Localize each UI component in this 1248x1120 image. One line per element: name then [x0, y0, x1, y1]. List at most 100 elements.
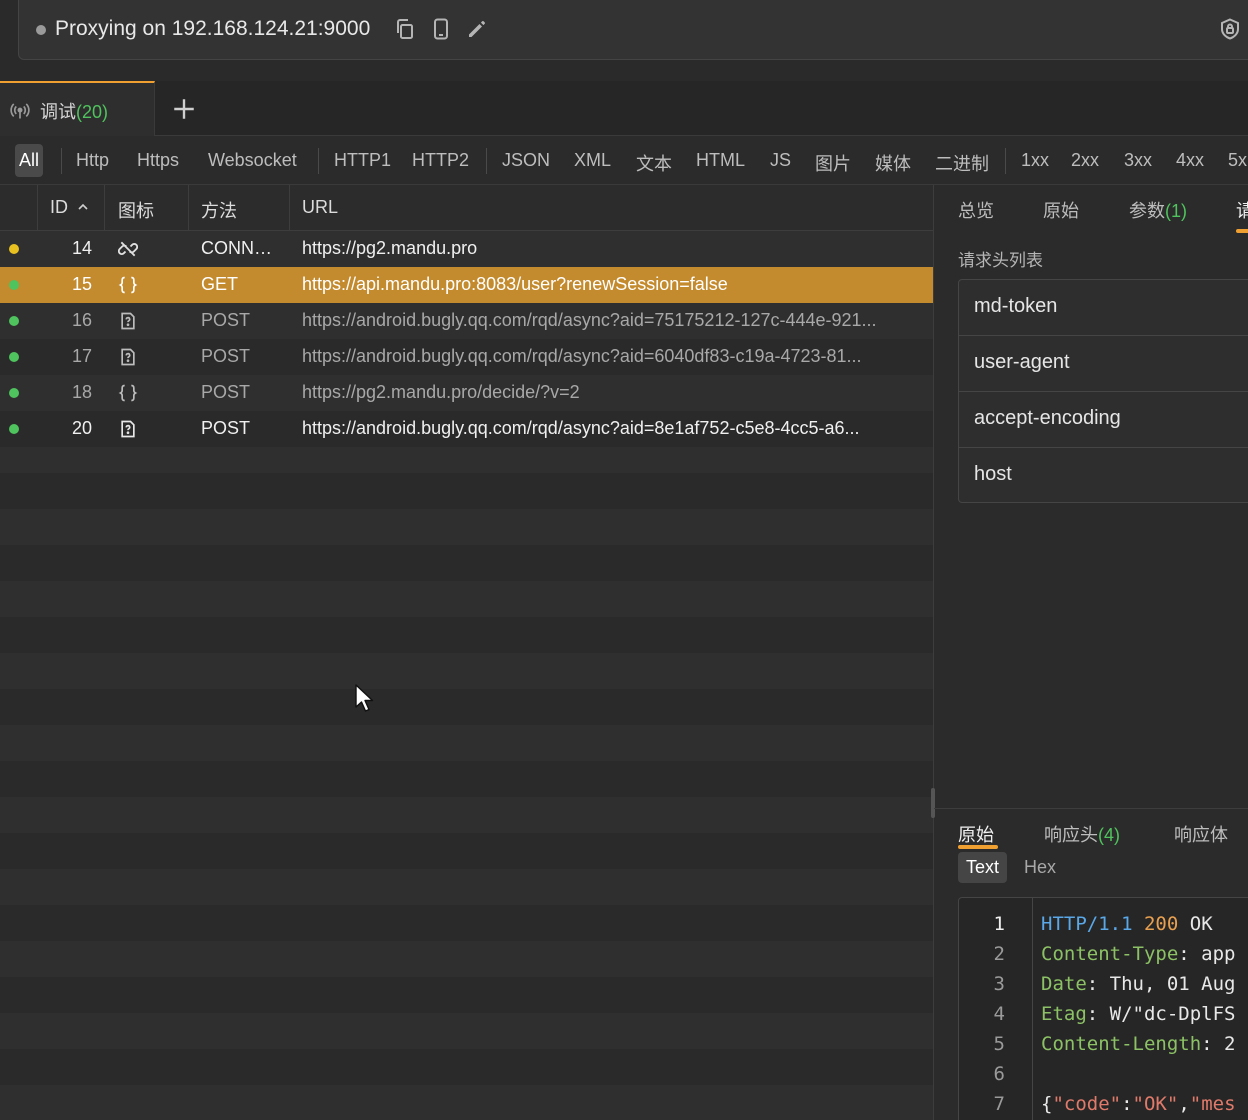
- tab-request-headers[interactable]: 请: [1236, 197, 1248, 223]
- status-dot: [9, 244, 19, 254]
- table-row[interactable]: 16 POST https://android.bugly.qq.com/rqd…: [0, 303, 933, 339]
- filter-4xx[interactable]: 4xx: [1176, 150, 1204, 171]
- filter-image[interactable]: 图片: [815, 150, 851, 176]
- json-key: "code": [1052, 1093, 1122, 1115]
- filter-separator: [1005, 148, 1006, 174]
- cell-id: 14: [71, 238, 92, 258]
- session-tab-count: (20): [76, 102, 109, 122]
- status-dot: [9, 280, 19, 290]
- column-separator[interactable]: [289, 185, 290, 231]
- sort-ascending-icon: [78, 203, 88, 210]
- filter-binary[interactable]: 二进制: [935, 150, 989, 176]
- cell-id: 16: [71, 310, 92, 330]
- tab-response-body[interactable]: 响应体: [1174, 821, 1228, 847]
- tab-response-headers[interactable]: 响应头(4): [1044, 821, 1120, 847]
- status-dot: [9, 352, 19, 362]
- edit-icon[interactable]: [465, 17, 489, 41]
- filter-html[interactable]: HTML: [696, 150, 745, 171]
- line-number: 1: [993, 913, 1005, 935]
- column-header-id-label: ID: [50, 197, 68, 217]
- list-item[interactable]: md-token: [959, 280, 1248, 336]
- json-brace: {: [1041, 1093, 1053, 1115]
- filter-all[interactable]: All: [15, 144, 44, 177]
- column-separator[interactable]: [104, 185, 105, 231]
- table-row[interactable]: 18 POST https://pg2.mandu.pro/decide/?v=…: [0, 375, 933, 411]
- line-number: 3: [993, 973, 1005, 995]
- http-version: HTTP/1.1: [1041, 913, 1133, 935]
- filter-json[interactable]: JSON: [502, 150, 550, 171]
- cell-url: https://android.bugly.qq.com/rqd/async?a…: [302, 418, 860, 438]
- active-tab-indicator: [1236, 229, 1248, 233]
- view-hex-button[interactable]: Hex: [1024, 857, 1056, 878]
- response-raw-editor[interactable]: 1 2 3 4 5 6 7 HTTP/1.1 200 OK Content-Ty…: [958, 897, 1248, 1120]
- cell-url: https://pg2.mandu.pro: [302, 238, 478, 258]
- json-key: "mes: [1189, 1093, 1236, 1115]
- code-line: Content-Type: app: [1041, 943, 1235, 965]
- session-tab-debug[interactable]: 调试(20): [0, 81, 155, 136]
- list-item[interactable]: user-agent: [959, 336, 1248, 392]
- filter-http2[interactable]: HTTP2: [412, 150, 469, 171]
- column-header-id[interactable]: ID: [50, 197, 89, 218]
- shield-icon[interactable]: [1218, 17, 1242, 41]
- tab-params-label: 参数: [1129, 201, 1165, 221]
- column-separator[interactable]: [37, 185, 38, 231]
- status-dot: [9, 424, 19, 434]
- filter-text[interactable]: 文本: [636, 150, 672, 176]
- cell-method: POST: [201, 346, 251, 366]
- filter-js[interactable]: JS: [770, 150, 791, 171]
- filter-https[interactable]: Https: [137, 150, 179, 171]
- table-row[interactable]: 14 CONN… https://pg2.mandu.pro: [0, 231, 933, 267]
- tab-request-raw[interactable]: 原始: [1043, 197, 1079, 223]
- unknown-file-icon: [118, 347, 138, 367]
- line-number: 7: [993, 1093, 1005, 1115]
- status-message: OK: [1189, 913, 1213, 935]
- column-header-icon[interactable]: 图标: [118, 197, 154, 223]
- table-header: ID 图标 方法 URL: [0, 185, 933, 231]
- list-item[interactable]: host: [959, 448, 1248, 502]
- response-tab-bar: 原始 响应头(4) 响应体: [934, 808, 1248, 852]
- view-text-button[interactable]: Text: [958, 852, 1008, 883]
- cell-method: POST: [201, 310, 251, 330]
- filter-xml[interactable]: XML: [574, 150, 611, 171]
- table-row[interactable]: 20 POST https://android.bugly.qq.com/rqd…: [0, 411, 933, 447]
- phone-icon[interactable]: [429, 17, 453, 41]
- tab-params-count: (1): [1165, 201, 1187, 221]
- filter-separator: [61, 148, 62, 174]
- active-tab-indicator: [958, 845, 998, 849]
- tab-overview[interactable]: 总览: [958, 197, 994, 223]
- line-number: 2: [993, 943, 1005, 965]
- cell-method: POST: [201, 418, 251, 438]
- status-dot: [9, 316, 19, 326]
- cell-method: CONN…: [201, 238, 272, 258]
- cell-url: https://android.bugly.qq.com/rqd/async?a…: [302, 346, 862, 366]
- list-item[interactable]: accept-encoding: [959, 392, 1248, 448]
- copy-icon[interactable]: [393, 17, 417, 41]
- filter-2xx[interactable]: 2xx: [1071, 150, 1099, 171]
- add-tab-icon[interactable]: [171, 96, 197, 122]
- filter-websocket[interactable]: Websocket: [208, 150, 297, 171]
- filter-media[interactable]: 媒体: [875, 150, 911, 176]
- header-value: : app: [1178, 943, 1236, 965]
- filter-http1[interactable]: HTTP1: [334, 150, 391, 171]
- filter-1xx[interactable]: 1xx: [1021, 150, 1049, 171]
- header-key: Content-Length: [1041, 1033, 1202, 1055]
- json-value: "OK": [1132, 1093, 1179, 1115]
- json-comma: ,: [1178, 1093, 1190, 1115]
- table-row[interactable]: 17 POST https://android.bugly.qq.com/rqd…: [0, 339, 933, 375]
- cell-id: 20: [71, 418, 92, 438]
- tab-response-raw[interactable]: 原始: [958, 821, 994, 847]
- session-tab-strip: 调试(20): [0, 81, 1248, 136]
- proxy-status-text: Proxying on 192.168.124.21:9000: [55, 17, 371, 40]
- request-table: ID 图标 方法 URL 14 CONN… https://pg2.mandu.…: [0, 185, 933, 1120]
- filter-http[interactable]: Http: [76, 150, 109, 171]
- filter-5xx[interactable]: 5x: [1228, 150, 1247, 171]
- filter-3xx[interactable]: 3xx: [1124, 150, 1152, 171]
- cell-url: https://pg2.mandu.pro/decide/?v=2: [302, 382, 580, 402]
- column-header-url[interactable]: URL: [302, 197, 338, 218]
- column-header-method[interactable]: 方法: [201, 197, 237, 223]
- table-row[interactable]: 15 GET https://api.mandu.pro:8083/user?r…: [0, 267, 933, 303]
- column-separator[interactable]: [188, 185, 189, 231]
- header-key: Date: [1041, 973, 1087, 995]
- tab-params[interactable]: 参数(1): [1129, 197, 1187, 223]
- proxy-bar: Proxying on 192.168.124.21:9000: [18, 0, 1248, 60]
